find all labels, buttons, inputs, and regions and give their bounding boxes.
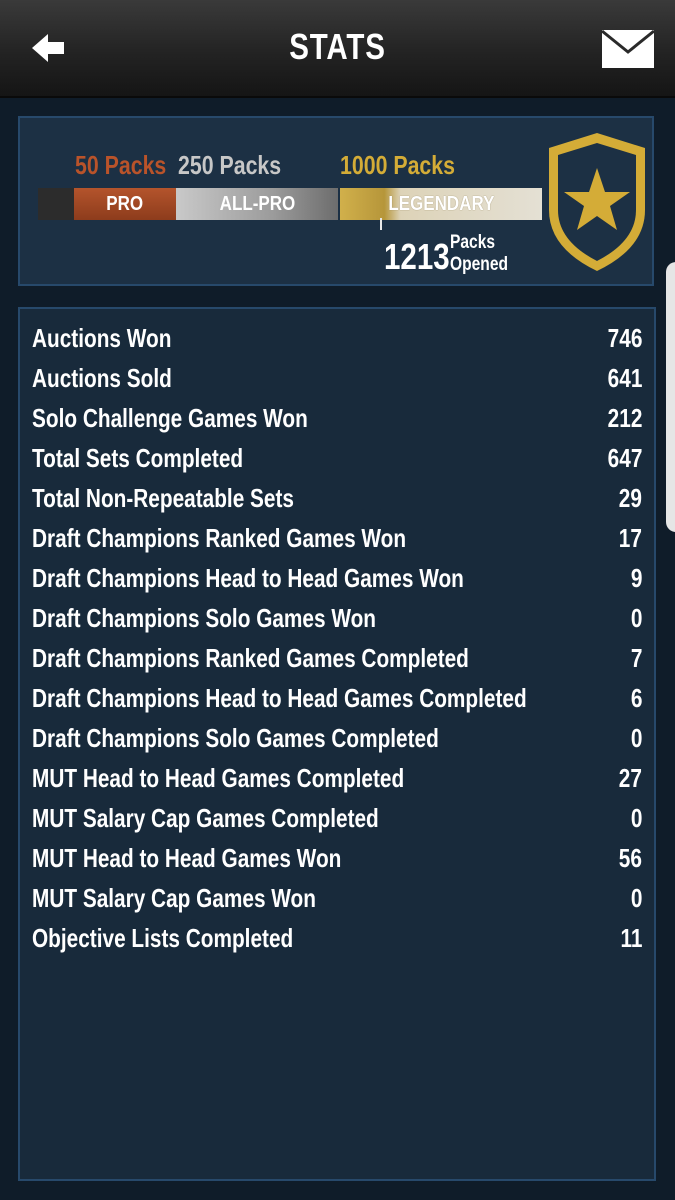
stat-label: MUT Head to Head Games Completed [32,763,405,793]
tier-bar-label-pro: PRO [106,193,144,215]
stat-label: Total Sets Completed [32,443,244,473]
stat-label: MUT Salary Cap Games Completed [32,803,379,833]
progress-marker [380,218,382,230]
stat-value: 11 [620,923,642,953]
stat-row: MUT Salary Cap Games Won 0 [32,879,642,919]
stat-value: 29 [618,483,642,513]
stat-value: 0 [630,803,642,833]
stat-row: Draft Champions Ranked Games Completed 7 [32,639,642,679]
stats-list[interactable]: Auctions Won 746 Auctions Sold 641 Solo Ch… [18,307,656,1181]
stat-row: Draft Champions Solo Games Won 0 [32,599,642,639]
stat-value: 746 [607,323,642,353]
gold-star-shield-icon [549,133,645,271]
stat-value: 6 [630,683,642,713]
stat-row: Total Non-Repeatable Sets 29 [32,479,642,519]
stat-value: 9 [630,563,642,593]
tier-bar-label-legendary: LEGENDARY [387,193,495,215]
stat-value: 7 [630,643,642,673]
stat-row: Draft Champions Solo Games Completed 0 [32,719,642,759]
progress-segment-legendary: LEGENDARY [340,188,542,220]
stat-value: 641 [607,363,642,393]
stat-label: Draft Champions Solo Games Completed [32,723,439,753]
packs-caption-line1: Packs [450,232,496,253]
stat-label: Draft Champions Solo Games Won [32,603,377,633]
top-bar: STATS [0,0,675,98]
packs-caption-line2: Opened [450,254,509,275]
packs-opened-caption: Packs Opened [450,232,508,276]
stat-label: Draft Champions Ranked Games Completed [32,643,469,673]
packs-opened-count: 1213 [384,236,450,277]
stat-value: 17 [618,523,642,553]
stat-label: Draft Champions Head to Head Games Won [32,563,464,593]
stat-row: MUT Head to Head Games Won 56 [32,839,642,879]
stat-label: MUT Salary Cap Games Won [32,883,316,913]
stat-label: Solo Challenge Games Won [32,403,308,433]
stat-row: Solo Challenge Games Won 212 [32,399,642,439]
stat-value: 0 [630,883,642,913]
stat-value: 56 [618,843,642,873]
page-title: STATS [289,26,386,67]
progress-segment-start [38,188,74,220]
stat-row: Total Sets Completed 647 [32,439,642,479]
progress-segment-pro: PRO [74,188,176,220]
stat-row: Draft Champions Head to Head Games Compl… [32,679,642,719]
mail-button[interactable] [600,28,656,70]
stat-row: MUT Head to Head Games Completed 27 [32,759,642,799]
tier-threshold-pro: 50 Packs [75,150,167,180]
stat-value: 0 [630,723,642,753]
stat-value: 647 [607,443,642,473]
tier-bar-label-allpro: ALL-PRO [219,193,295,215]
stat-value: 0 [630,603,642,633]
stat-label: MUT Head to Head Games Won [32,843,342,873]
stat-label: Total Non-Repeatable Sets [32,483,294,513]
progress-segment-allpro: ALL-PRO [176,188,338,220]
tier-threshold-legendary: 1000 Packs [340,150,456,180]
stat-label: Draft Champions Head to Head Games Compl… [32,683,527,713]
stats-screen: STATS 50 Packs 250 Packs 1000 Packs PRO … [0,0,675,1200]
tier-threshold-allpro: 250 Packs [178,150,282,180]
stat-row: Draft Champions Head to Head Games Won 9 [32,559,642,599]
pack-progress-panel: 50 Packs 250 Packs 1000 Packs PRO ALL-PR… [18,116,654,286]
stat-row: MUT Salary Cap Games Completed 0 [32,799,642,839]
stat-row: Auctions Sold 641 [32,359,642,399]
stat-label: Objective Lists Completed [32,923,294,953]
stat-row: Auctions Won 746 [32,319,642,359]
stat-label: Auctions Sold [32,363,172,393]
mail-envelope-icon [601,29,655,68]
edge-scroll-handle[interactable] [666,262,675,532]
stat-label: Auctions Won [32,323,172,353]
stat-row: Objective Lists Completed 11 [32,919,642,959]
stat-row: Draft Champions Ranked Games Won 17 [32,519,642,559]
stat-value: 212 [607,403,642,433]
stat-label: Draft Champions Ranked Games Won [32,523,407,553]
stat-value: 27 [618,763,642,793]
